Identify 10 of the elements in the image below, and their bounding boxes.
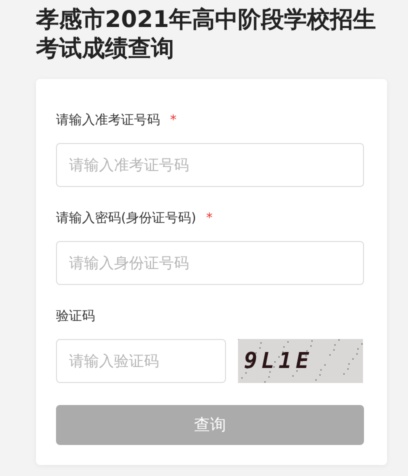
page-title: 孝感市2021年高中阶段学校招生考试成绩查询 — [36, 6, 378, 64]
input-field[interactable]: 请输入准考证号码 — [56, 143, 364, 187]
input-field[interactable]: 请输入验证码 — [56, 339, 226, 383]
input-field[interactable]: 请输入身份证号码 — [56, 241, 364, 285]
field-label: 请输入准考证号码 — [56, 112, 160, 129]
required-mark: * — [170, 112, 176, 128]
captcha-image[interactable]: 9L1E — [238, 339, 363, 383]
required-mark: * — [206, 210, 213, 226]
field-label: 验证码 — [56, 308, 95, 325]
field-label: 请输入密码(身份证号码) — [56, 210, 196, 227]
